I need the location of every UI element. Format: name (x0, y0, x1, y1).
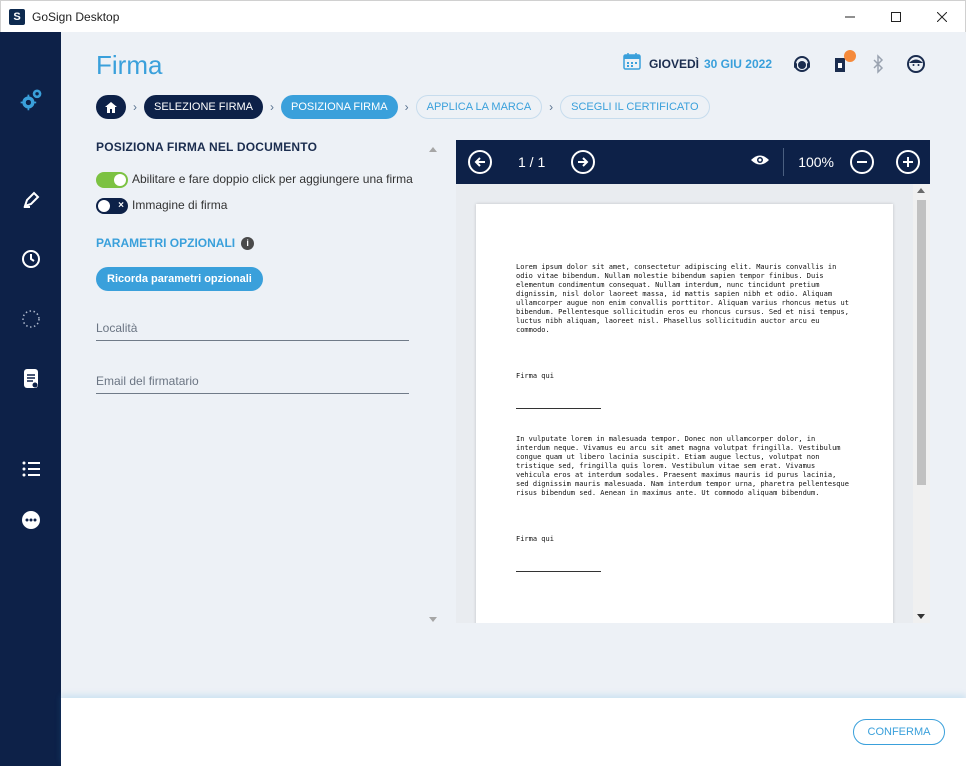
next-page-button[interactable] (571, 150, 596, 174)
breadcrumb-step-posiziona-firma[interactable]: POSIZIONA FIRMA (281, 95, 398, 119)
breadcrumb-step-scegli-certificato[interactable]: SCEGLI IL CERTIFICATO (560, 95, 710, 119)
signer-email-field[interactable]: Email del firmatario (96, 374, 409, 394)
minimize-icon (845, 16, 855, 18)
date-value: 30 GIU 2022 (703, 56, 772, 71)
toolbar-separator (783, 148, 785, 176)
confirm-button[interactable]: CONFERMA (853, 719, 945, 745)
signature-label: Firma qui (516, 535, 554, 543)
maximize-icon (891, 12, 901, 22)
remember-params-button[interactable]: Ricorda parametri opzionali (96, 267, 263, 291)
document-page[interactable]: Lorem ipsum dolor sit amet, consectetur … (476, 204, 893, 623)
document-icon[interactable] (18, 366, 44, 392)
document-paragraph: In vulputate lorem in malesuada tempor. … (516, 435, 849, 497)
info-icon[interactable]: i (241, 236, 255, 250)
signature-position-form: POSIZIONA FIRMA NEL DOCUMENTO Abilitare … (96, 140, 441, 620)
form-title: POSIZIONA FIRMA NEL DOCUMENTO (96, 140, 318, 154)
zoom-in-icon (903, 157, 913, 167)
previous-page-button[interactable] (468, 150, 492, 174)
toggle-off-icon: × (118, 200, 124, 211)
loading-dots-icon[interactable] (18, 306, 44, 332)
document-viewer: 1 / 1 100% Lorem ipsum dolor sit amet, c… (456, 140, 930, 623)
app-logo-icon: S (9, 8, 25, 25)
optional-params-section: PARAMETRI OPZIONALI i (96, 236, 441, 250)
signature-label: Firma qui (516, 372, 554, 380)
arrow-right-icon (578, 157, 589, 167)
maximize-button[interactable] (873, 1, 919, 33)
window-titlebar: S GoSign Desktop (0, 0, 966, 32)
chevron-right-icon: › (549, 100, 554, 114)
signature-image-toggle-label: Immagine di firma (132, 198, 228, 212)
zoom-in-button[interactable] (896, 150, 920, 174)
notification-icon[interactable] (830, 49, 856, 74)
signature-line (516, 571, 601, 572)
footer: CONFERMA (61, 698, 966, 766)
toggle-row-double-click: Abilitare e fare doppio click per aggiun… (96, 171, 441, 188)
toggle-row-image: × Immagine di firma (96, 197, 441, 214)
breadcrumb: › SELEZIONE FIRMA › POSIZIONA FIRMA › AP… (96, 95, 710, 119)
document-paragraph: Lorem ipsum dolor sit amet, consectetur … (516, 263, 849, 334)
zoom-level: 100% (798, 154, 834, 170)
eye-icon[interactable] (750, 153, 770, 172)
minimize-button[interactable] (827, 1, 873, 33)
home-icon (105, 101, 117, 113)
scroll-up-arrow-icon[interactable] (429, 147, 437, 152)
viewer-toolbar: 1 / 1 100% (456, 140, 930, 184)
main-content: Firma GIOVEDÌ 30 GIU 2022 › SELEZIONE FI… (61, 32, 966, 698)
sidebar (0, 32, 61, 766)
chevron-right-icon: › (270, 100, 275, 114)
calendar-icon (623, 52, 641, 75)
double-click-toggle-label: Abilitare e fare doppio click per aggiun… (132, 172, 413, 186)
form-scrollbar[interactable] (426, 142, 440, 622)
location-field[interactable]: Località (96, 321, 409, 341)
scroll-down-arrow-icon[interactable] (429, 617, 437, 622)
zoom-out-icon (857, 161, 867, 163)
scroll-down-arrow-icon[interactable] (917, 614, 925, 619)
settings-gears-icon[interactable] (18, 86, 44, 112)
signature-image-toggle[interactable]: × (96, 198, 128, 214)
close-button[interactable] (919, 1, 965, 33)
header-toolbar: GIOVEDÌ 30 GIU 2022 (623, 49, 926, 75)
arrow-left-icon (474, 157, 485, 167)
checklist-icon[interactable] (18, 456, 44, 482)
window-controls (827, 1, 965, 33)
close-icon (937, 12, 947, 22)
user-face-icon[interactable] (906, 54, 926, 74)
more-icon[interactable] (18, 507, 44, 533)
bluetooth-icon[interactable] (868, 53, 888, 74)
breadcrumb-step-selezione-firma[interactable]: SELEZIONE FIRMA (144, 95, 264, 119)
page-indicator: 1 / 1 (518, 154, 546, 170)
scroll-up-arrow-icon[interactable] (917, 188, 925, 193)
toggle-knob (114, 174, 126, 186)
pen-sign-icon[interactable] (18, 187, 44, 213)
chevron-right-icon: › (404, 100, 409, 114)
history-clock-icon[interactable] (18, 246, 44, 272)
date-day: GIOVEDÌ (648, 56, 699, 71)
page-title: Firma (96, 50, 163, 80)
breadcrumb-home[interactable] (96, 95, 126, 119)
zoom-out-button[interactable] (850, 150, 874, 174)
signature-line (516, 408, 601, 409)
window-title: GoSign Desktop (32, 9, 120, 24)
double-click-toggle[interactable] (96, 172, 128, 188)
breadcrumb-step-applica-marca[interactable]: APPLICA LA MARCA (415, 95, 543, 119)
viewer-scrollbar[interactable] (913, 184, 930, 623)
optional-params-title: PARAMETRI OPZIONALI (96, 236, 236, 250)
chevron-right-icon: › (133, 100, 137, 114)
notification-badge (844, 49, 856, 62)
scrollbar-thumb[interactable] (917, 200, 926, 485)
support-agent-icon[interactable] (792, 54, 812, 74)
toggle-knob (98, 200, 110, 212)
